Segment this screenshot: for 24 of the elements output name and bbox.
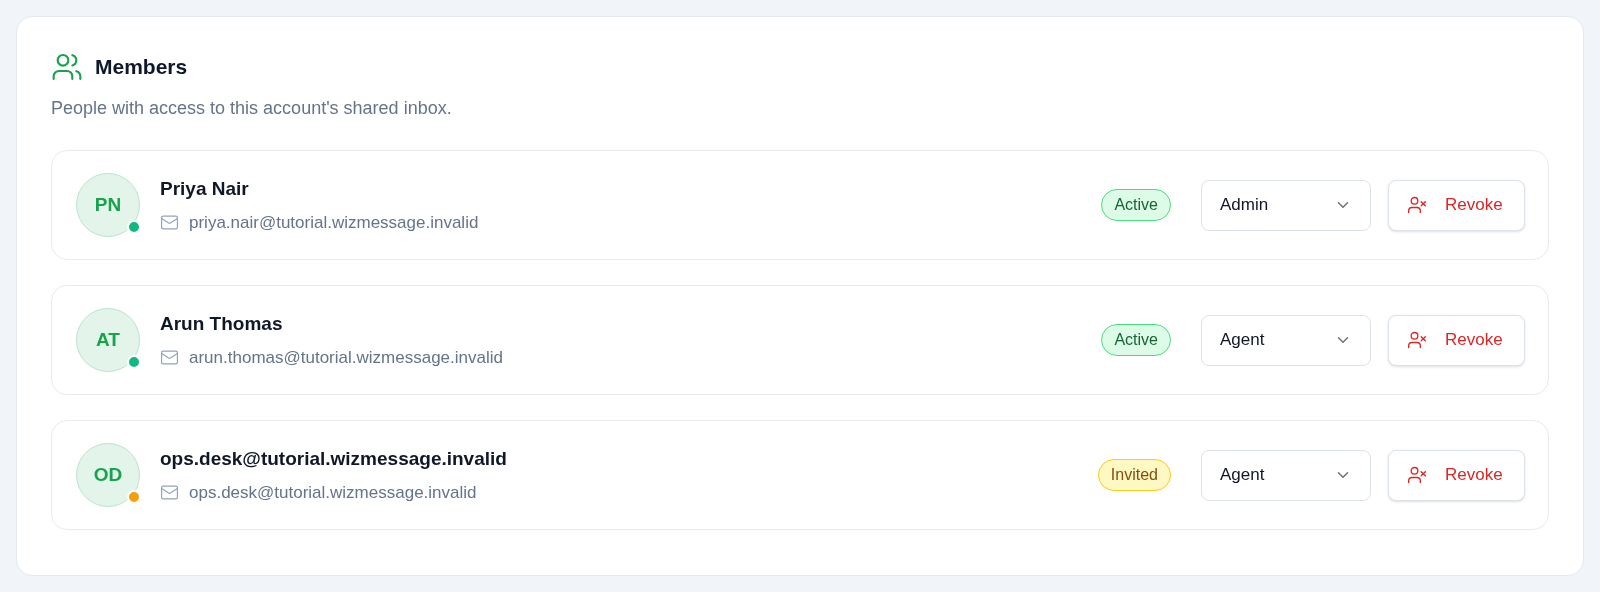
user-remove-icon — [1407, 330, 1427, 350]
status-badge: Active — [1101, 324, 1171, 356]
member-name: Arun Thomas — [160, 312, 284, 336]
role-select[interactable]: Admin — [1201, 179, 1371, 231]
revoke-button[interactable]: Revoke — [1388, 179, 1525, 231]
member-name: Priya Nair — [160, 177, 250, 201]
user-remove-icon — [1407, 465, 1427, 485]
avatar: AT — [76, 308, 140, 372]
member-email: ops.desk@tutorial.wizmessage.invalid — [189, 481, 477, 504]
section-title: Members — [95, 54, 188, 81]
avatar: OD — [76, 443, 140, 507]
revoke-button[interactable]: Revoke — [1388, 314, 1525, 366]
status-badge: Active — [1101, 189, 1171, 221]
revoke-button[interactable]: Revoke — [1388, 449, 1525, 501]
users-icon — [51, 51, 83, 83]
role-select[interactable]: Agent — [1201, 314, 1371, 366]
member-email: arun.thomas@tutorial.wizmessage.invalid — [189, 346, 503, 369]
avatar: PN — [76, 173, 140, 237]
member-name: ops.desk@tutorial.wizmessage.invalid — [160, 447, 507, 471]
status-badge: Invited — [1097, 459, 1171, 491]
member-email: priya.nair@tutorial.wizmessage.invalid — [189, 211, 479, 234]
section-subtitle: People with access to this account's shared inbox. — [51, 97, 453, 120]
user-remove-icon — [1407, 195, 1427, 215]
role-select[interactable]: Agent — [1201, 449, 1371, 501]
